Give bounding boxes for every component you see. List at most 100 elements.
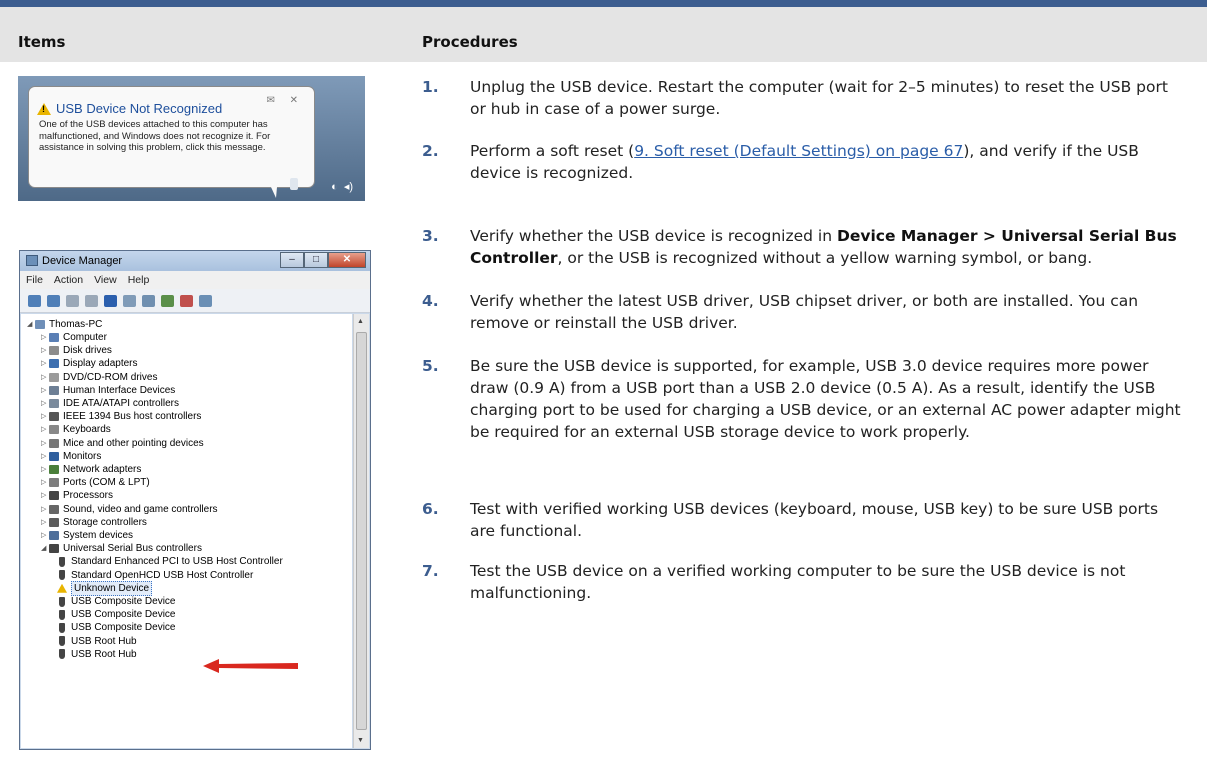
balloon-title-text: USB Device Not Recognized <box>56 101 223 116</box>
collapse-icon: ▷ <box>41 334 47 341</box>
tree-category-label: Mice and other pointing devices <box>63 437 204 449</box>
top-rule <box>0 0 1207 7</box>
usb-device-icon <box>59 570 65 581</box>
scroll-down-icon: ▼ <box>357 737 364 744</box>
tree-category: ▷ System devices <box>41 529 133 542</box>
usb-device-row: USB Root Hub <box>57 635 137 648</box>
balloon-tail <box>266 176 278 198</box>
usb-device-icon <box>59 622 65 633</box>
tree-category-label: IEEE 1394 Bus host controllers <box>63 411 202 423</box>
maximize-button: □ <box>304 252 328 268</box>
collapse-icon: ▷ <box>41 386 47 394</box>
dm-title-bar: Device Manager – □ ✕ <box>20 251 370 271</box>
items-column-header: Items <box>18 33 66 51</box>
tree-category-label: Storage controllers <box>63 516 147 528</box>
tree-category-label: Computer <box>63 332 107 343</box>
menu-help: Help <box>127 274 150 286</box>
update-driver-icon <box>142 294 155 307</box>
collapse-icon: ▷ <box>41 400 47 407</box>
collapse-icon: ▷ <box>41 413 47 421</box>
usb-device-row: Standard OpenHCD USB Host Controller <box>57 569 253 582</box>
minimize-button: – <box>280 252 304 268</box>
step-text: Perform a soft reset (9. Soft reset (Def… <box>470 140 1187 184</box>
collapse-icon: ▷ <box>41 518 47 526</box>
usb-device-label: USB Composite Device <box>71 596 176 607</box>
usb-tray-icon <box>290 178 298 190</box>
usb-device-row: USB Composite Device <box>57 621 175 634</box>
procedures-column-header: Procedures <box>422 33 518 51</box>
usb-device-label: USB Composite Device <box>71 622 176 634</box>
collapse-icon: ▷ <box>41 492 47 500</box>
back-icon <box>28 294 41 307</box>
category-icon <box>49 385 59 395</box>
tree-category: ▷ Sound, video and game controllers <box>41 503 218 516</box>
usb-device-label: USB Root Hub <box>71 648 137 660</box>
warning-icon <box>37 102 51 115</box>
show-hide-icon <box>85 294 98 307</box>
notification-balloon: USB Device Not Recognized ✉ ✕ One of the… <box>28 86 315 188</box>
category-icon <box>49 491 59 501</box>
step-body: Unplug the USB device. Restart the compu… <box>470 78 1168 118</box>
category-icon <box>49 333 59 342</box>
tree-category-label: Processors <box>63 490 114 502</box>
step-text: Unplug the USB device. Restart the compu… <box>470 76 1187 120</box>
category-icon <box>49 438 59 448</box>
tree-category: ▷ Display adapters <box>41 357 137 370</box>
forward-icon <box>47 294 60 307</box>
step-number: 2. <box>422 142 439 160</box>
usb-balloon-screenshot: USB Device Not Recognized ✉ ✕ One of the… <box>18 76 365 201</box>
step-body-end: , or the USB is recognized without a yel… <box>557 249 1093 267</box>
collapse-icon: ▷ <box>41 452 47 460</box>
uninstall-icon <box>180 294 193 307</box>
tree-category-label: Universal Serial Bus controllers <box>63 543 202 555</box>
dm-menu-bar: File Action View Help <box>20 271 370 289</box>
expand-icon: ◢ <box>41 545 47 553</box>
balloon-message: One of the USB devices attached to this … <box>39 119 271 153</box>
menu-action: Action <box>53 274 84 286</box>
step-body: Be sure the USB device is supported, for… <box>470 357 1181 441</box>
tree-category-label: IDE ATA/ATAPI controllers <box>63 398 179 409</box>
tree-category-label: Sound, video and game controllers <box>63 503 218 515</box>
soft-reset-link[interactable]: 9. Soft reset (Default Settings) on page… <box>634 142 963 160</box>
step-body-start: Verify whether the USB device is recogni… <box>470 227 837 245</box>
category-icon <box>49 504 59 514</box>
balloon-title: USB Device Not Recognized <box>37 101 222 116</box>
step-text: Verify whether the USB device is recogni… <box>470 225 1187 269</box>
usb-device-label: Standard Enhanced PCI to USB Host Contro… <box>71 556 283 568</box>
tree-category: ▷ Mice and other pointing devices <box>41 437 204 450</box>
warning-icon <box>57 583 67 593</box>
red-arrow-annotation <box>203 659 298 673</box>
step-body: Verify whether the latest USB driver, US… <box>470 292 1139 332</box>
usb-device-row: Standard Enhanced PCI to USB Host Contro… <box>57 555 283 568</box>
usb-device-icon <box>59 636 65 647</box>
usb-device-row: USB Composite Device <box>57 595 175 608</box>
balloon-controls: ✉ ✕ <box>266 95 304 106</box>
dm-scrollbar: ▲ ▼ <box>353 314 369 748</box>
tree-category-label: Ports (COM & LPT) <box>63 477 150 489</box>
category-icon <box>49 451 59 461</box>
category-icon <box>49 412 59 422</box>
device-manager-screenshot: Device Manager – □ ✕ File Action View He… <box>19 250 371 750</box>
collapse-icon: ▷ <box>41 360 47 368</box>
category-icon <box>49 359 59 369</box>
menu-file: File <box>26 274 43 286</box>
usb-device-label: USB Composite Device <box>71 609 176 621</box>
usb-device-label: USB Root Hub <box>71 635 137 647</box>
step-text: Verify whether the latest USB driver, US… <box>470 290 1187 334</box>
tree-category: ◢ Universal Serial Bus controllers <box>41 542 202 555</box>
category-icon <box>49 346 59 356</box>
category-icon <box>49 372 59 382</box>
console-icon <box>123 294 136 307</box>
scroll-up-icon: ▲ <box>357 318 364 325</box>
tree-category: ▷ Monitors <box>41 450 101 463</box>
category-icon <box>49 465 59 474</box>
help-icon <box>104 294 117 307</box>
tree-category-label: Human Interface Devices <box>63 384 176 396</box>
tree-category: ▷ Storage controllers <box>41 516 147 529</box>
tree-category-label: Disk drives <box>63 345 112 357</box>
collapse-icon: ▷ <box>41 479 47 487</box>
volume-icon: ◂) <box>343 181 353 193</box>
dm-window-title: Device Manager <box>42 255 123 267</box>
tree-root: ◢ Thomas-PC <box>27 318 102 331</box>
unknown-device-row: Unknown Device <box>57 580 153 596</box>
